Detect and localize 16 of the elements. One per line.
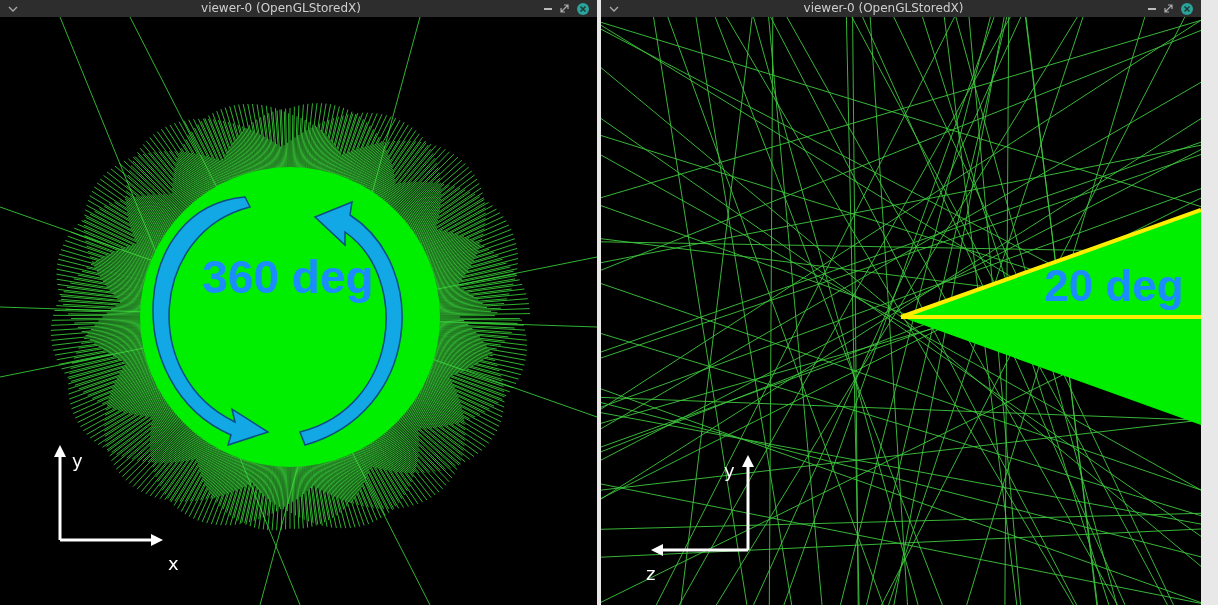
axis-label: y: [724, 460, 735, 481]
axis-label: y: [72, 450, 83, 471]
close-icon[interactable]: [1181, 2, 1193, 15]
minimize-icon[interactable]: [1148, 7, 1156, 10]
restore-icon[interactable]: [1164, 4, 1173, 13]
close-icon[interactable]: [577, 2, 589, 15]
axis-label: x: [168, 553, 179, 574]
chevron-down-icon[interactable]: [8, 5, 18, 12]
angle-label: 360 deg: [202, 251, 374, 303]
restore-icon[interactable]: [560, 4, 569, 13]
window-title: viewer-0 (OpenGLStoredX): [200, 0, 362, 17]
axis-label: z: [646, 563, 656, 584]
minimize-icon[interactable]: [544, 7, 552, 10]
chevron-down-icon[interactable]: [609, 5, 619, 12]
angle-label: 20 deg: [1044, 261, 1184, 310]
window-title: viewer-0 (OpenGLStoredX): [802, 0, 965, 17]
